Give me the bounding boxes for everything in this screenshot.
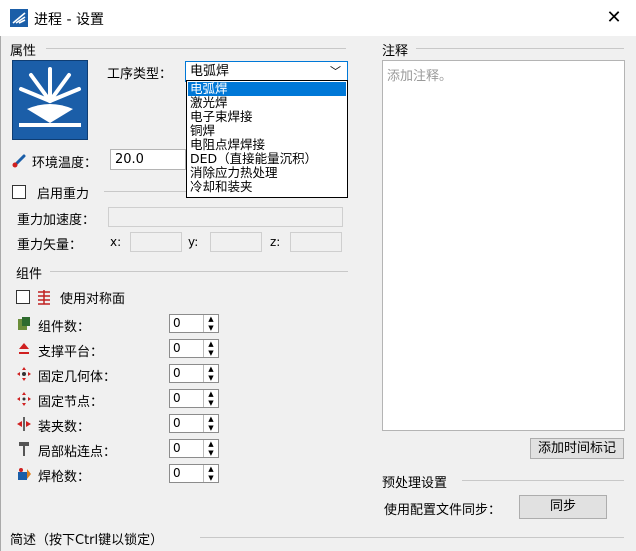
divider: [416, 48, 624, 49]
fixed-geometry-label: 固定几何体：: [38, 370, 117, 385]
support-platform-icon: [16, 341, 32, 357]
components-icon: [16, 316, 32, 332]
spin-down-icon[interactable]: ▼: [204, 324, 218, 332]
welding-torch-icon: [16, 466, 32, 482]
process-type-value: 电弧焊: [190, 64, 230, 79]
description-section-label: 简述（按下Ctrl键以锁定）: [10, 533, 164, 548]
title-bar: 进程 - 设置 ✕: [0, 0, 636, 36]
enable-gravity-label: 启用重力: [37, 187, 90, 202]
welding-torch-label: 焊枪数：: [38, 470, 91, 485]
dropdown-option[interactable]: 电子束焊接: [188, 110, 346, 124]
clamp-icon: [16, 416, 32, 432]
welding-torch-spinner[interactable]: 0 ▲ ▼: [169, 464, 219, 483]
gravity-x-input: [130, 232, 182, 252]
ambient-temp-label: 环境温度：: [32, 156, 98, 171]
dropdown-option[interactable]: 电弧焊: [188, 82, 346, 96]
tack-point-icon: [16, 441, 32, 457]
gravity-y-input: [210, 232, 262, 252]
sync-button[interactable]: 同步: [519, 495, 607, 519]
tack-point-label: 局部粘连点：: [38, 445, 117, 460]
fixed-geometry-spinner[interactable]: 0 ▲ ▼: [169, 364, 219, 383]
fixed-node-icon: [16, 391, 32, 407]
close-icon[interactable]: ✕: [598, 4, 630, 32]
fixed-node-label: 固定节点：: [38, 395, 104, 410]
preprocess-section-label: 预处理设置: [382, 476, 448, 491]
support-platform-label: 支撑平台：: [38, 345, 104, 360]
dropdown-option[interactable]: 铜焊: [188, 124, 346, 138]
component-count-spinner[interactable]: 0 ▲ ▼: [169, 314, 219, 333]
process-type-select[interactable]: 电弧焊 ﹀: [185, 61, 348, 82]
support-platform-spinner[interactable]: 0 ▲ ▼: [169, 339, 219, 358]
spin-up-icon[interactable]: ▲: [204, 440, 218, 448]
symmetry-plane-checkbox[interactable]: [16, 290, 30, 304]
divider: [462, 480, 624, 481]
ambient-temp-input[interactable]: 20.0: [110, 149, 186, 170]
spin-down-icon[interactable]: ▼: [204, 474, 218, 482]
clamp-count-label: 装夹数：: [38, 420, 91, 435]
app-icon: [10, 9, 28, 27]
fixed-node-spinner[interactable]: 0 ▲ ▼: [169, 389, 219, 408]
weld-process-image: [12, 60, 88, 140]
tack-point-spinner[interactable]: 0 ▲ ▼: [169, 439, 219, 458]
chevron-down-icon: ﹀: [330, 65, 341, 78]
spin-up-icon[interactable]: ▲: [204, 390, 218, 398]
components-section-label: 组件: [16, 267, 43, 282]
spin-up-icon[interactable]: ▲: [204, 415, 218, 423]
dropdown-option[interactable]: 激光焊: [188, 96, 346, 110]
dropdown-option[interactable]: 消除应力热处理: [188, 166, 346, 180]
spin-down-icon[interactable]: ▼: [204, 374, 218, 382]
spin-up-icon[interactable]: ▲: [204, 365, 218, 373]
gravity-z-input: [290, 232, 342, 252]
spin-up-icon[interactable]: ▲: [204, 340, 218, 348]
spin-down-icon[interactable]: ▼: [204, 349, 218, 357]
gravity-accel-input: [108, 207, 343, 227]
notes-placeholder: 添加注释。: [387, 69, 453, 84]
symmetry-plane-label: 使用对称面: [60, 292, 126, 307]
spin-up-icon[interactable]: ▲: [204, 465, 218, 473]
process-type-label: 工序类型：: [107, 67, 173, 82]
spin-down-icon[interactable]: ▼: [204, 449, 218, 457]
settings-window: 进程 - 设置 ✕ 属性 工序类型： 电弧焊 ﹀ 电弧焊 激光焊 电子束焊接 铜…: [0, 0, 636, 551]
divider: [46, 48, 346, 49]
properties-section-label: 属性: [10, 44, 37, 59]
component-count-label: 组件数：: [38, 320, 91, 335]
window-title: 进程 - 设置: [34, 12, 104, 28]
fixed-geometry-icon: [16, 366, 32, 382]
clamp-count-spinner[interactable]: 0 ▲ ▼: [169, 414, 219, 433]
dropdown-option[interactable]: DED（直接能量沉积）: [188, 152, 346, 166]
notes-section-label: 注释: [382, 44, 409, 59]
gravity-accel-label: 重力加速度：: [17, 213, 96, 228]
divider: [200, 537, 624, 538]
thermometer-icon: [12, 152, 28, 168]
notes-textarea[interactable]: 添加注释。: [382, 60, 625, 431]
add-timestamp-button[interactable]: 添加时间标记: [530, 438, 624, 459]
dropdown-option[interactable]: 电阻点焊焊接: [188, 138, 346, 152]
spin-up-icon[interactable]: ▲: [204, 315, 218, 323]
sync-label: 使用配置文件同步：: [384, 503, 502, 518]
divider: [104, 191, 186, 192]
window-border: [0, 36, 1, 551]
dropdown-option[interactable]: 冷却和装夹: [188, 180, 346, 194]
process-type-dropdown: 电弧焊 激光焊 电子束焊接 铜焊 电阻点焊焊接 DED（直接能量沉积） 消除应力…: [186, 80, 348, 198]
divider: [50, 271, 348, 272]
symmetry-plane-icon: [36, 289, 52, 305]
gravity-vector-label: 重力矢量：: [17, 238, 83, 253]
spin-down-icon[interactable]: ▼: [204, 399, 218, 407]
gravity-z-label: z:: [270, 235, 281, 249]
gravity-x-label: x:: [110, 235, 122, 249]
gravity-y-label: y:: [188, 235, 199, 249]
spin-down-icon[interactable]: ▼: [204, 424, 218, 432]
enable-gravity-checkbox[interactable]: [12, 185, 26, 199]
